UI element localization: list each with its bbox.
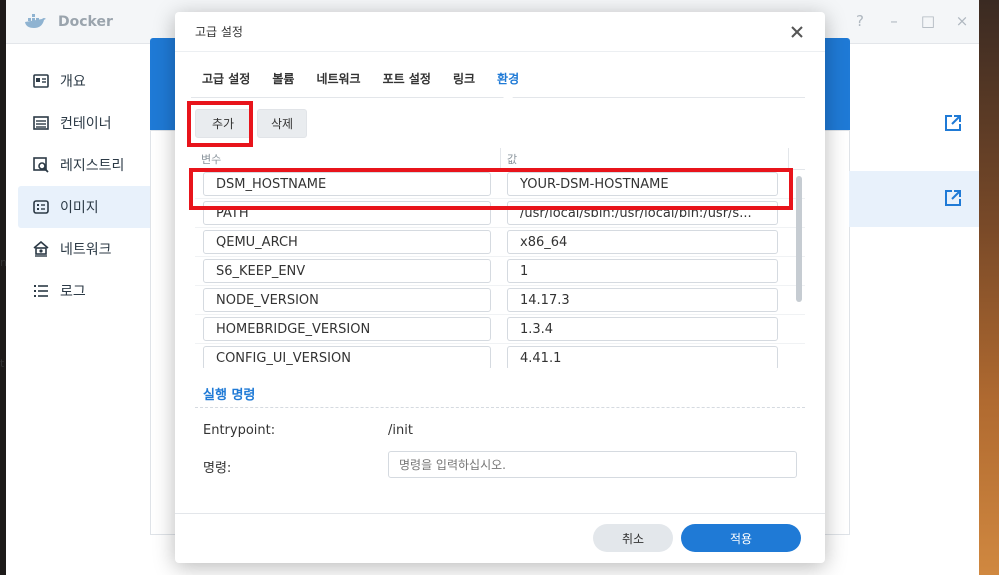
minimize-icon[interactable]: –: [885, 12, 903, 30]
section-divider: [195, 407, 805, 408]
close-icon[interactable]: [787, 22, 807, 42]
apply-button[interactable]: 적용: [681, 524, 801, 552]
variable-input[interactable]: CONFIG_UI_VERSION: [203, 346, 491, 368]
table-row: CONFIG_UI_VERSION 4.41.1: [195, 344, 805, 368]
value-input[interactable]: 1.3.4: [507, 317, 778, 341]
external-link-icon[interactable]: [944, 189, 962, 207]
tab-environment[interactable]: 환경: [486, 64, 530, 97]
variable-input[interactable]: QEMU_ARCH: [203, 230, 491, 254]
sidebar-item-label: 네트워크: [60, 242, 112, 258]
cancel-button[interactable]: 취소: [593, 524, 673, 552]
tab-port-settings[interactable]: 포트 설정: [372, 64, 442, 97]
column-header-value[interactable]: 값: [501, 148, 789, 169]
entrypoint-value: /init: [388, 423, 413, 438]
help-icon[interactable]: ?: [851, 12, 869, 30]
desktop-right-edge: [979, 0, 999, 575]
entrypoint-label: Entrypoint:: [203, 423, 276, 438]
image-icon: [32, 198, 50, 216]
exec-section-title: 실행 명령: [203, 388, 256, 403]
external-link-icon[interactable]: [944, 114, 962, 132]
sidebar-item-label: 컨테이너: [60, 116, 112, 132]
table-row: DSM_HOSTNAME YOUR-DSM-HOSTNAME: [195, 170, 805, 199]
modal-footer: 취소 적용: [175, 513, 825, 563]
variable-input[interactable]: HOMEBRIDGE_VERSION: [203, 317, 491, 341]
docker-whale-icon: [24, 13, 48, 31]
table-row: QEMU_ARCH x86_64: [195, 228, 805, 257]
value-input[interactable]: x86_64: [507, 230, 778, 254]
add-button[interactable]: 추가: [195, 109, 251, 138]
advanced-settings-modal: 고급 설정 고급 설정 볼륨 네트워크 포트 설정 링크 환경 추가 삭제 변수…: [175, 12, 825, 563]
tab-network[interactable]: 네트워크: [305, 64, 371, 97]
env-table: 변수 값 DSM_HOSTNAME YOUR-DSM-HOSTNAME PATH…: [195, 148, 805, 368]
sidebar-item-label: 개요: [60, 74, 86, 90]
variable-input[interactable]: NODE_VERSION: [203, 288, 491, 312]
value-input[interactable]: 14.17.3: [507, 288, 778, 312]
app-title: Docker: [58, 13, 113, 30]
variable-input[interactable]: DSM_HOSTNAME: [203, 172, 491, 196]
maximize-icon[interactable]: □: [919, 12, 937, 30]
table-header: 변수 값: [195, 148, 805, 170]
container-list-icon: [32, 114, 50, 132]
tab-link[interactable]: 링크: [442, 64, 486, 97]
variable-input[interactable]: PATH: [203, 201, 491, 225]
sidebar-item-label: 레지스트리: [60, 158, 125, 174]
command-label: 명령:: [203, 461, 232, 476]
column-header-variable[interactable]: 변수: [195, 148, 501, 169]
value-input[interactable]: /usr/local/sbin:/usr/local/bin:/usr/s...: [507, 201, 778, 225]
variable-input[interactable]: S6_KEEP_ENV: [203, 259, 491, 283]
env-toolbar: 추가 삭제: [195, 109, 307, 138]
tab-bar: 고급 설정 볼륨 네트워크 포트 설정 링크 환경: [191, 64, 805, 98]
registry-search-icon: [32, 156, 50, 174]
sidebar-item-label: 로그: [60, 284, 86, 300]
table-row: HOMEBRIDGE_VERSION 1.3.4: [195, 315, 805, 344]
delete-button[interactable]: 삭제: [257, 109, 307, 138]
modal-title: 고급 설정: [195, 25, 243, 39]
table-scrollbar[interactable]: [796, 176, 802, 302]
table-row: NODE_VERSION 14.17.3: [195, 286, 805, 315]
edge-mark-2: t: [0, 357, 5, 370]
window-controls: ? – □ ×: [851, 12, 971, 30]
sidebar-item-label: 이미지: [60, 200, 99, 216]
value-input[interactable]: 4.41.1: [507, 346, 778, 368]
value-input[interactable]: 1: [507, 259, 778, 283]
command-input[interactable]: [388, 451, 797, 478]
overview-icon: [32, 72, 50, 90]
tab-advanced-settings[interactable]: 고급 설정: [191, 64, 261, 97]
table-row: PATH /usr/local/sbin:/usr/local/bin:/usr…: [195, 199, 805, 228]
close-window-icon[interactable]: ×: [953, 12, 971, 30]
network-house-icon: [32, 240, 50, 258]
value-input[interactable]: YOUR-DSM-HOSTNAME: [507, 172, 778, 196]
table-row: S6_KEEP_ENV 1: [195, 257, 805, 286]
log-list-icon: [32, 282, 50, 300]
tab-volume[interactable]: 볼륨: [261, 64, 305, 97]
modal-header: 고급 설정: [175, 12, 825, 52]
